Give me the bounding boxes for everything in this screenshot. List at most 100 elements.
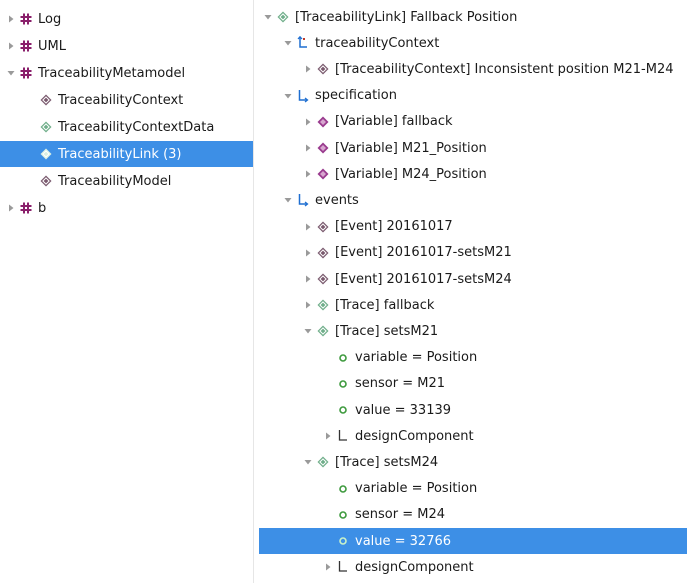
variable-icon <box>315 140 331 156</box>
tree-item-specification[interactable]: specification <box>259 83 687 109</box>
tree-item-events[interactable]: events <box>259 187 687 213</box>
tree-item-sensor-m21[interactable]: sensor = M21 <box>259 371 687 397</box>
tree-item-trace-setsm21[interactable]: [Trace] setsM21 <box>259 318 687 344</box>
trace-icon <box>315 323 331 339</box>
navigator-item-log[interactable]: Log <box>0 6 253 32</box>
navigator-item-traceabilitycontext[interactable]: TraceabilityContext <box>0 87 253 113</box>
reference-many-icon <box>295 88 311 104</box>
model-navigator-tree[interactable]: Log UML TraceabilityMetamodel TraceabilityC… <box>0 0 253 583</box>
package-icon <box>18 11 34 27</box>
collapse-arrow-icon[interactable] <box>281 83 295 109</box>
collapse-arrow-icon[interactable] <box>281 187 295 213</box>
package-icon <box>18 38 34 54</box>
reference-plain-icon <box>335 559 351 575</box>
navigator-item-b[interactable]: b <box>0 195 253 221</box>
attribute-icon <box>335 376 351 392</box>
expand-arrow-icon[interactable] <box>301 135 315 161</box>
tree-item-label: TraceabilityContext <box>58 92 184 108</box>
tree-item-variable-m21-position[interactable]: [Variable] M21_Position <box>259 135 687 161</box>
no-arrow <box>321 528 335 554</box>
tree-item-label: TraceabilityMetamodel <box>38 65 186 81</box>
tree-item-label: sensor = M24 <box>355 507 445 523</box>
tree-item-label: [Variable] fallback <box>335 114 453 130</box>
collapse-arrow-icon[interactable] <box>4 60 18 86</box>
expand-arrow-icon[interactable] <box>301 214 315 240</box>
class-icon <box>315 245 331 261</box>
tree-item-label: TraceabilityLink (3) <box>58 146 182 162</box>
collapse-arrow-icon[interactable] <box>301 449 315 475</box>
expand-arrow-icon[interactable] <box>301 56 315 82</box>
tree-item-label: [TraceabilityLink] Fallback Position <box>295 9 518 25</box>
tree-item-event-20161017-setsm21[interactable]: [Event] 20161017-setsM21 <box>259 240 687 266</box>
tree-item-label: [Variable] M21_Position <box>335 140 487 156</box>
class-icon <box>38 173 54 189</box>
navigator-item-traceabilitylink-3[interactable]: TraceabilityLink (3) <box>0 141 253 167</box>
tree-item-label: designComponent <box>355 559 474 575</box>
trace-icon <box>315 297 331 313</box>
navigator-item-uml[interactable]: UML <box>0 33 253 59</box>
no-arrow <box>321 502 335 528</box>
reference-many-icon <box>295 192 311 208</box>
trace-icon <box>315 454 331 470</box>
tree-item-label: variable = Position <box>355 481 478 497</box>
tree-item-designcomponent[interactable]: designComponent <box>259 423 687 449</box>
expand-arrow-icon[interactable] <box>301 292 315 318</box>
tree-item-label: specification <box>315 88 397 104</box>
attribute-icon <box>335 533 351 549</box>
reference-single-icon <box>295 35 311 51</box>
reference-plain-icon <box>335 428 351 444</box>
expand-arrow-icon[interactable] <box>301 240 315 266</box>
collapse-arrow-icon[interactable] <box>261 4 275 30</box>
no-arrow <box>321 397 335 423</box>
tree-item-variable-fallback[interactable]: [Variable] fallback <box>259 109 687 135</box>
tree-item-variable-position[interactable]: variable = Position <box>259 345 687 371</box>
collapse-arrow-icon[interactable] <box>301 318 315 344</box>
trace-icon <box>38 146 54 162</box>
class-icon <box>315 61 331 77</box>
navigator-item-traceabilitycontextdata[interactable]: TraceabilityContextData <box>0 114 253 140</box>
tree-item-traceabilitycontext-inconsistent-position-m21-m24[interactable]: [TraceabilityContext] Inconsistent posit… <box>259 56 687 82</box>
expand-arrow-icon[interactable] <box>301 266 315 292</box>
tree-item-label: traceabilityContext <box>315 35 440 51</box>
navigator-item-traceabilitymetamodel[interactable]: TraceabilityMetamodel <box>0 60 253 86</box>
navigator-item-traceabilitymodel[interactable]: TraceabilityModel <box>0 168 253 194</box>
trace-icon <box>275 9 291 25</box>
tree-item-traceabilitylink-fallback-position[interactable]: [TraceabilityLink] Fallback Position <box>259 4 687 30</box>
expand-arrow-icon[interactable] <box>4 6 18 32</box>
expand-arrow-icon[interactable] <box>4 33 18 59</box>
no-arrow <box>321 371 335 397</box>
tree-item-event-20161017[interactable]: [Event] 20161017 <box>259 214 687 240</box>
tree-item-label: [Event] 20161017-setsM21 <box>335 245 512 261</box>
expand-arrow-icon[interactable] <box>301 161 315 187</box>
tree-item-sensor-m24[interactable]: sensor = M24 <box>259 502 687 528</box>
expand-arrow-icon[interactable] <box>301 109 315 135</box>
tree-item-label: UML <box>38 38 66 54</box>
trace-icon <box>38 119 54 135</box>
tree-item-variable-m24-position[interactable]: [Variable] M24_Position <box>259 161 687 187</box>
tree-item-label: [TraceabilityContext] Inconsistent posit… <box>335 61 674 77</box>
tree-item-label: TraceabilityContextData <box>58 119 215 135</box>
expand-arrow-icon[interactable] <box>321 554 335 580</box>
tree-item-variable-position[interactable]: variable = Position <box>259 476 687 502</box>
class-icon <box>38 92 54 108</box>
expand-arrow-icon[interactable] <box>321 423 335 449</box>
expand-arrow-icon[interactable] <box>4 195 18 221</box>
tree-item-traceabilitycontext[interactable]: traceabilityContext <box>259 30 687 56</box>
class-icon <box>315 219 331 235</box>
tree-item-event-20161017-setsm24[interactable]: [Event] 20161017-setsM24 <box>259 266 687 292</box>
tree-item-trace-fallback[interactable]: [Trace] fallback <box>259 292 687 318</box>
tree-item-value-32766[interactable]: value = 32766 <box>259 528 687 554</box>
variable-icon <box>315 114 331 130</box>
attribute-icon <box>335 481 351 497</box>
tree-item-label: [Trace] setsM21 <box>335 323 439 339</box>
attribute-icon <box>335 402 351 418</box>
instance-tree[interactable]: [TraceabilityLink] Fallback Position trac… <box>259 0 687 583</box>
attribute-icon <box>335 350 351 366</box>
no-arrow <box>24 87 38 113</box>
tree-item-label: value = 32766 <box>355 533 452 549</box>
tree-item-trace-setsm24[interactable]: [Trace] setsM24 <box>259 449 687 475</box>
collapse-arrow-icon[interactable] <box>281 30 295 56</box>
no-arrow <box>24 168 38 194</box>
tree-item-value-33139[interactable]: value = 33139 <box>259 397 687 423</box>
tree-item-designcomponent[interactable]: designComponent <box>259 554 687 580</box>
